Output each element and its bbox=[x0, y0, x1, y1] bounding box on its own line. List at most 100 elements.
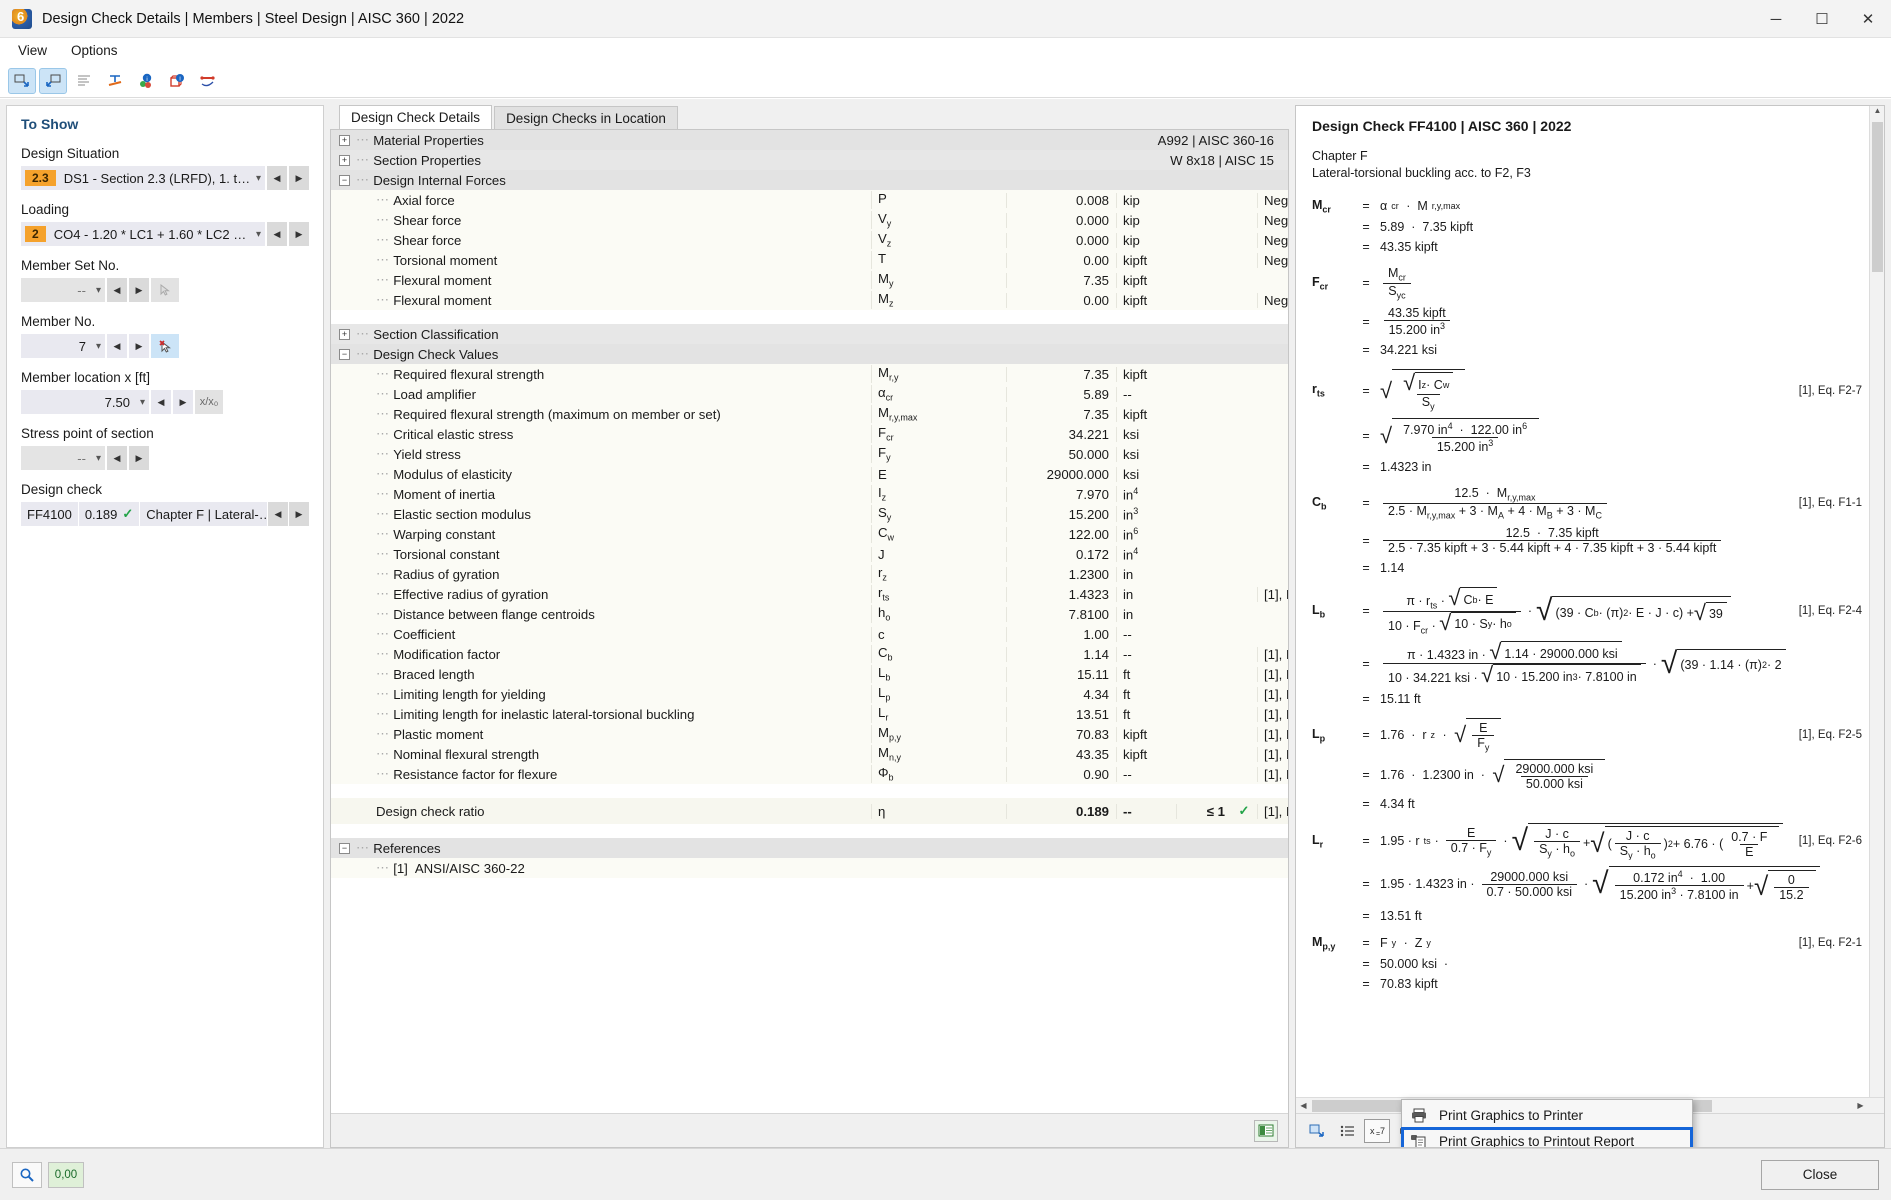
design-situation-next-button[interactable]: ▶ bbox=[289, 166, 309, 190]
table-row[interactable]: ⋯ Nominal flexural strength Mn,y 43.35 kipft… bbox=[331, 744, 1288, 764]
design-situation-select[interactable]: 2.3 DS1 - Section 2.3 (LRFD), 1. to 5. ▾ bbox=[21, 166, 265, 190]
row-symbol: Mr,y,max bbox=[871, 405, 1006, 423]
table-row[interactable]: ⋯ Yield stress Fy 50.000 ksi bbox=[331, 444, 1288, 464]
table-row[interactable]: ⋯ Moment of inertia Iz 7.970 in4 bbox=[331, 484, 1288, 504]
member-location-select[interactable]: 7.50 ▾ bbox=[21, 390, 149, 414]
table-row[interactable]: ⋯ Modulus of elasticity E 29000.000 ksi bbox=[331, 464, 1288, 484]
stress-point-next-button[interactable]: ▶ bbox=[129, 446, 149, 470]
material-info-icon[interactable]: i bbox=[132, 68, 160, 94]
details-tree[interactable]: + ⋯ Material Properties A992 | AISC 360-… bbox=[331, 130, 1288, 1113]
table-row[interactable]: ⋯Torsional moment T 0.00 kipft Negligibl… bbox=[331, 250, 1288, 270]
member-set-next-button[interactable]: ▶ bbox=[129, 278, 149, 302]
diagram-icon[interactable] bbox=[194, 68, 222, 94]
design-check-ratio[interactable]: 0.189 ✓ bbox=[78, 502, 140, 526]
table-row[interactable]: ⋯ Distance between flange centroids ho 7.81… bbox=[331, 604, 1288, 624]
tab-design-checks-in-location[interactable]: Design Checks in Location bbox=[494, 106, 678, 130]
menu-item-view[interactable]: View bbox=[8, 40, 57, 61]
member-set-no-select[interactable]: -- ▾ bbox=[21, 278, 105, 302]
table-row[interactable]: ⋯ Elastic section modulus Sy 15.200 in3 bbox=[331, 504, 1288, 524]
collapse-icon[interactable]: − bbox=[339, 842, 350, 854]
table-row[interactable]: ⋯ Load amplifier αcr 5.89 -- bbox=[331, 384, 1288, 404]
loading-prev-button[interactable]: ◀ bbox=[267, 222, 287, 246]
table-row[interactable]: ⋯ Warping constant Cw 122.00 in6 bbox=[331, 524, 1288, 544]
magnifier-icon[interactable] bbox=[12, 1161, 42, 1188]
tree-group-references[interactable]: − ⋯ References bbox=[331, 838, 1288, 858]
table-row[interactable]: ⋯ Limiting length for yielding Lp 4.34 ft [1]… bbox=[331, 684, 1288, 704]
insert-in-printout-icon[interactable] bbox=[1304, 1119, 1330, 1143]
member-no-next-button[interactable]: ▶ bbox=[129, 334, 149, 358]
list-view-icon[interactable] bbox=[70, 68, 98, 94]
table-row[interactable]: ⋯ Required flexural strength (maximum on … bbox=[331, 404, 1288, 424]
collapse-icon[interactable]: − bbox=[339, 348, 350, 360]
tree-group-design-internal-forces[interactable]: − ⋯ Design Internal Forces bbox=[331, 170, 1288, 190]
table-row[interactable]: ⋯ Coefficient c 1.00 -- bbox=[331, 624, 1288, 644]
design-check-ratio-row[interactable]: Design check ratio η 0.189 -- ≤ 1 ✓ [1],… bbox=[331, 798, 1288, 824]
context-menu-item-print-to-printout-report[interactable]: Print Graphics to Printout Report bbox=[1401, 1127, 1693, 1147]
table-row[interactable]: ⋯Flexural moment Mz 0.00 kipft Negligibl… bbox=[331, 290, 1288, 310]
table-row[interactable]: ⋯ Torsional constant J 0.172 in4 bbox=[331, 544, 1288, 564]
scroll-right-icon[interactable]: ▶ bbox=[1853, 1101, 1868, 1110]
maximize-button[interactable]: ☐ bbox=[1799, 0, 1845, 38]
design-check-id[interactable]: FF4100 bbox=[21, 502, 78, 526]
tree-group-design-check-values[interactable]: − ⋯ Design Check Values bbox=[331, 344, 1288, 364]
section-info-icon[interactable]: i bbox=[163, 68, 191, 94]
menu-item-options[interactable]: Options bbox=[61, 40, 128, 61]
scroll-left-icon[interactable]: ◀ bbox=[1296, 1101, 1311, 1110]
expand-icon[interactable]: + bbox=[339, 154, 350, 166]
next-object-icon[interactable] bbox=[39, 67, 67, 94]
member-no-select[interactable]: 7 ▾ bbox=[21, 334, 105, 358]
previous-object-icon[interactable] bbox=[8, 67, 36, 94]
table-row[interactable]: ⋯Modification factor Cb1.14-- [1], Eq. F1-… bbox=[331, 644, 1288, 664]
expand-icon[interactable]: + bbox=[339, 328, 350, 340]
table-row[interactable]: ⋯ Flexural moment My 7.35 kipft bbox=[331, 270, 1288, 290]
design-check-next-button[interactable]: ▶ bbox=[289, 502, 309, 526]
loading-select[interactable]: 2 CO4 - 1.20 * LC1 + 1.60 * LC2 + … ▾ bbox=[21, 222, 265, 246]
formula-x7-icon[interactable]: x = 7 bbox=[1364, 1118, 1390, 1143]
row-label-cell: ⋯ Resistance factor for flexure bbox=[376, 766, 558, 782]
context-menu-item-print-to-printer[interactable]: Print Graphics to Printer bbox=[1402, 1102, 1692, 1128]
print-context-menu[interactable]: Print Graphics to Printer Print Graphics… bbox=[1401, 1099, 1693, 1147]
section-profile-icon[interactable] bbox=[101, 68, 129, 94]
design-situation-prev-button[interactable]: ◀ bbox=[267, 166, 287, 190]
tab-design-check-details[interactable]: Design Check Details bbox=[339, 105, 493, 130]
table-row[interactable]: ⋯Shear force Vz 0.000 kip Negligible bbox=[331, 230, 1288, 250]
table-row[interactable]: ⋯Plastic moment Mp,y70.83kipft [1], Eq. F2… bbox=[331, 724, 1288, 744]
table-row[interactable]: ⋯Braced length Lb15.11ft [1], Eq. F2-4 bbox=[331, 664, 1288, 684]
member-no-prev-button[interactable]: ◀ bbox=[107, 334, 127, 358]
excel-export-icon[interactable] bbox=[1254, 1119, 1278, 1142]
table-row[interactable]: ⋯ Required flexural strength Mr,y 7.35 kipft bbox=[331, 364, 1288, 384]
table-row[interactable]: ⋯ Resistance factor for flexure Φb 0.90 -- [1… bbox=[331, 764, 1288, 784]
row-value: 7.8100 bbox=[1006, 606, 1116, 622]
equation-mpy-sub: 50.000 ksi · bbox=[1380, 957, 1449, 972]
collapse-icon[interactable]: − bbox=[339, 174, 350, 186]
member-set-pick-icon[interactable] bbox=[151, 278, 179, 302]
list-icon[interactable] bbox=[1334, 1119, 1360, 1143]
formula-vertical-scrollbar[interactable]: ▲ ▼ bbox=[1869, 106, 1884, 1113]
design-check-prev-button[interactable]: ◀ bbox=[268, 502, 288, 526]
table-row[interactable]: ⋯Shear force Vy 0.000 kip Negligible bbox=[331, 210, 1288, 230]
member-location-next-button[interactable]: ▶ bbox=[173, 390, 193, 414]
member-location-prev-button[interactable]: ◀ bbox=[151, 390, 171, 414]
table-row[interactable]: ⋯ Radius of gyration rz 1.2300 in bbox=[331, 564, 1288, 584]
member-set-prev-button[interactable]: ◀ bbox=[107, 278, 127, 302]
scroll-up-icon[interactable]: ▲ bbox=[1870, 106, 1884, 121]
table-row[interactable]: ⋯Axial force P 0.008 kip Negligible bbox=[331, 190, 1288, 210]
close-window-button[interactable]: ✕ bbox=[1845, 0, 1891, 38]
expand-icon[interactable]: + bbox=[339, 134, 350, 146]
table-row[interactable]: ⋯ Effective radius of gyration rts 1.4323 in… bbox=[331, 584, 1288, 604]
member-no-pick-icon[interactable] bbox=[151, 334, 179, 358]
stress-point-prev-button[interactable]: ◀ bbox=[107, 446, 127, 470]
minimize-button[interactable]: ─ bbox=[1753, 0, 1799, 38]
scroll-thumb[interactable] bbox=[1872, 122, 1883, 272]
tree-group-section-classification[interactable]: + ⋯ Section Classification bbox=[331, 324, 1288, 344]
stress-point-select[interactable]: -- ▾ bbox=[21, 446, 105, 470]
tree-group-material-properties[interactable]: + ⋯ Material Properties A992 | AISC 360-… bbox=[331, 130, 1288, 150]
member-location-ratio-button[interactable]: x/x₀ bbox=[195, 390, 223, 414]
loading-next-button[interactable]: ▶ bbox=[289, 222, 309, 246]
close-button[interactable]: Close bbox=[1761, 1159, 1879, 1190]
design-check-description-select[interactable]: Chapter F | Lateral-… ▾ bbox=[140, 502, 267, 526]
table-row[interactable]: ⋯ Limiting length for inelastic lateral-t… bbox=[331, 704, 1288, 724]
reference-row[interactable]: ⋯ [1] ANSI/AISC 360-22 bbox=[331, 858, 1288, 878]
table-row[interactable]: ⋯ Critical elastic stress Fcr 34.221 ksi bbox=[331, 424, 1288, 444]
tree-group-section-properties[interactable]: + ⋯ Section Properties W 8x18 | AISC 15 bbox=[331, 150, 1288, 170]
